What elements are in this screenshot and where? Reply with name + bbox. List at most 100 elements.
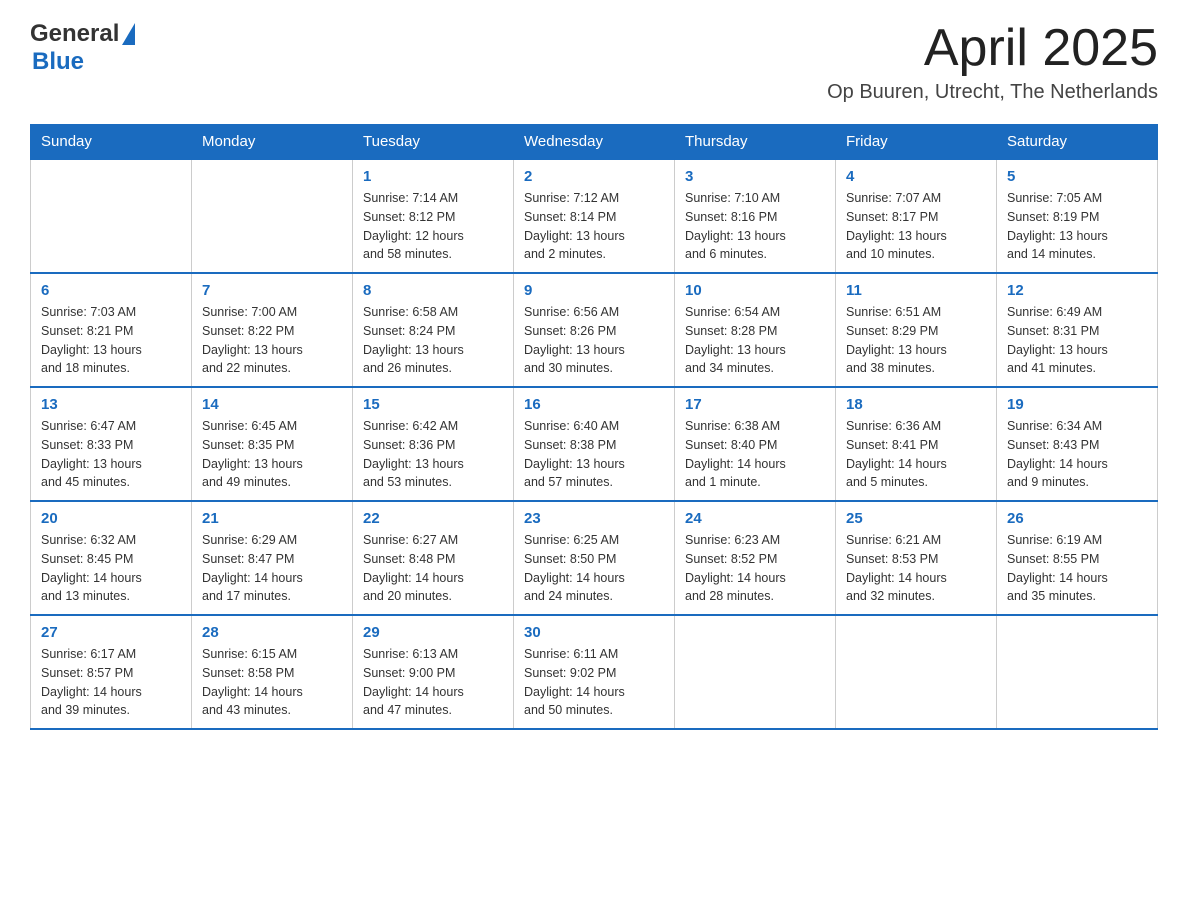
day-of-week-header: Saturday (997, 125, 1158, 160)
day-info: Sunrise: 7:14 AMSunset: 8:12 PMDaylight:… (363, 189, 503, 264)
day-number: 21 (202, 510, 342, 527)
day-of-week-header: Wednesday (514, 125, 675, 160)
calendar-cell: 14 Sunrise: 6:45 AMSunset: 8:35 PMDayligh… (192, 387, 353, 501)
day-number: 1 (363, 168, 503, 185)
calendar-cell: 11Sunrise: 6:51 AMSunset: 8:29 PMDayligh… (836, 273, 997, 387)
day-info: Sunrise: 6:27 AMSunset: 8:48 PMDaylight:… (363, 531, 503, 606)
calendar-cell: 1 Sunrise: 7:14 AMSunset: 8:12 PMDaylight… (353, 159, 514, 273)
day-info: Sunrise: 6:34 AMSunset: 8:43 PMDaylight:… (1007, 417, 1147, 492)
calendar-cell: 15 Sunrise: 6:42 AMSunset: 8:36 PMDayligh… (353, 387, 514, 501)
day-info: Sunrise: 7:10 AMSunset: 8:16 PMDaylight:… (685, 189, 825, 264)
day-number: 17 (685, 396, 825, 413)
day-of-week-header: Thursday (675, 125, 836, 160)
calendar-cell (31, 159, 192, 273)
calendar-cell: 9Sunrise: 6:56 AMSunset: 8:26 PMDaylight… (514, 273, 675, 387)
day-info: Sunrise: 6:47 AMSunset: 8:33 PMDaylight:… (41, 417, 181, 492)
calendar-week-row: 13 Sunrise: 6:47 AMSunset: 8:33 PMDayligh… (31, 387, 1158, 501)
day-number: 28 (202, 624, 342, 641)
day-number: 14 (202, 396, 342, 413)
calendar-cell: 10 Sunrise: 6:54 AMSunset: 8:28 PMDayligh… (675, 273, 836, 387)
title-section: April 2025 Op Buuren, Utrecht, The Nethe… (827, 20, 1158, 104)
day-info: Sunrise: 6:25 AMSunset: 8:50 PMDaylight:… (524, 531, 664, 606)
day-of-week-header: Sunday (31, 125, 192, 160)
day-info: Sunrise: 7:12 AMSunset: 8:14 PMDaylight:… (524, 189, 664, 264)
day-info: Sunrise: 6:49 AMSunset: 8:31 PMDaylight:… (1007, 303, 1147, 378)
day-number: 3 (685, 168, 825, 185)
day-of-week-header: Monday (192, 125, 353, 160)
month-title: April 2025 (827, 20, 1158, 77)
day-info: Sunrise: 7:05 AMSunset: 8:19 PMDaylight:… (1007, 189, 1147, 264)
calendar-cell (192, 159, 353, 273)
calendar-week-row: 6Sunrise: 7:03 AMSunset: 8:21 PMDaylight… (31, 273, 1158, 387)
day-number: 4 (846, 168, 986, 185)
logo: General Blue (30, 20, 135, 76)
day-number: 16 (524, 396, 664, 413)
day-number: 9 (524, 282, 664, 299)
calendar-cell (675, 615, 836, 729)
day-number: 23 (524, 510, 664, 527)
day-info: Sunrise: 6:54 AMSunset: 8:28 PMDaylight:… (685, 303, 825, 378)
day-info: Sunrise: 6:21 AMSunset: 8:53 PMDaylight:… (846, 531, 986, 606)
day-info: Sunrise: 6:29 AMSunset: 8:47 PMDaylight:… (202, 531, 342, 606)
logo-blue-text: Blue (32, 48, 84, 75)
day-number: 29 (363, 624, 503, 641)
calendar-cell: 26 Sunrise: 6:19 AMSunset: 8:55 PMDayligh… (997, 501, 1158, 615)
calendar-header: SundayMondayTuesdayWednesdayThursdayFrid… (31, 125, 1158, 160)
day-number: 5 (1007, 168, 1147, 185)
calendar-week-row: 27 Sunrise: 6:17 AMSunset: 8:57 PMDayligh… (31, 615, 1158, 729)
day-number: 15 (363, 396, 503, 413)
day-number: 12 (1007, 282, 1147, 299)
calendar-cell: 19Sunrise: 6:34 AMSunset: 8:43 PMDayligh… (997, 387, 1158, 501)
day-info: Sunrise: 6:32 AMSunset: 8:45 PMDaylight:… (41, 531, 181, 606)
calendar-cell: 4 Sunrise: 7:07 AMSunset: 8:17 PMDaylight… (836, 159, 997, 273)
calendar-cell: 6Sunrise: 7:03 AMSunset: 8:21 PMDaylight… (31, 273, 192, 387)
logo-triangle-icon (122, 23, 135, 45)
location-title: Op Buuren, Utrecht, The Netherlands (827, 81, 1158, 104)
calendar-cell: 24 Sunrise: 6:23 AMSunset: 8:52 PMDayligh… (675, 501, 836, 615)
day-of-week-header: Tuesday (353, 125, 514, 160)
calendar-cell: 21 Sunrise: 6:29 AMSunset: 8:47 PMDayligh… (192, 501, 353, 615)
day-info: Sunrise: 6:23 AMSunset: 8:52 PMDaylight:… (685, 531, 825, 606)
calendar-cell: 27 Sunrise: 6:17 AMSunset: 8:57 PMDayligh… (31, 615, 192, 729)
day-number: 20 (41, 510, 181, 527)
calendar-cell: 17 Sunrise: 6:38 AMSunset: 8:40 PMDayligh… (675, 387, 836, 501)
day-info: Sunrise: 6:19 AMSunset: 8:55 PMDaylight:… (1007, 531, 1147, 606)
logo-general-text: General (30, 20, 119, 48)
day-number: 30 (524, 624, 664, 641)
day-number: 24 (685, 510, 825, 527)
calendar-cell: 7Sunrise: 7:00 AMSunset: 8:22 PMDaylight… (192, 273, 353, 387)
day-info: Sunrise: 6:13 AMSunset: 9:00 PMDaylight:… (363, 645, 503, 720)
calendar-cell: 8 Sunrise: 6:58 AMSunset: 8:24 PMDaylight… (353, 273, 514, 387)
day-number: 2 (524, 168, 664, 185)
calendar-cell (836, 615, 997, 729)
calendar-cell: 23 Sunrise: 6:25 AMSunset: 8:50 PMDayligh… (514, 501, 675, 615)
day-info: Sunrise: 6:38 AMSunset: 8:40 PMDaylight:… (685, 417, 825, 492)
day-number: 6 (41, 282, 181, 299)
day-info: Sunrise: 6:17 AMSunset: 8:57 PMDaylight:… (41, 645, 181, 720)
day-number: 7 (202, 282, 342, 299)
calendar-body: 1 Sunrise: 7:14 AMSunset: 8:12 PMDaylight… (31, 159, 1158, 729)
calendar-cell: 22Sunrise: 6:27 AMSunset: 8:48 PMDayligh… (353, 501, 514, 615)
day-number: 27 (41, 624, 181, 641)
day-info: Sunrise: 6:45 AMSunset: 8:35 PMDaylight:… (202, 417, 342, 492)
day-number: 26 (1007, 510, 1147, 527)
calendar-cell: 3 Sunrise: 7:10 AMSunset: 8:16 PMDaylight… (675, 159, 836, 273)
calendar-cell: 29 Sunrise: 6:13 AMSunset: 9:00 PMDayligh… (353, 615, 514, 729)
day-info: Sunrise: 6:15 AMSunset: 8:58 PMDaylight:… (202, 645, 342, 720)
calendar-week-row: 1 Sunrise: 7:14 AMSunset: 8:12 PMDaylight… (31, 159, 1158, 273)
calendar-cell: 18Sunrise: 6:36 AMSunset: 8:41 PMDayligh… (836, 387, 997, 501)
day-info: Sunrise: 7:07 AMSunset: 8:17 PMDaylight:… (846, 189, 986, 264)
day-info: Sunrise: 6:58 AMSunset: 8:24 PMDaylight:… (363, 303, 503, 378)
calendar-cell: 5 Sunrise: 7:05 AMSunset: 8:19 PMDaylight… (997, 159, 1158, 273)
calendar-week-row: 20 Sunrise: 6:32 AMSunset: 8:45 PMDayligh… (31, 501, 1158, 615)
day-info: Sunrise: 6:51 AMSunset: 8:29 PMDaylight:… (846, 303, 986, 378)
day-info: Sunrise: 6:42 AMSunset: 8:36 PMDaylight:… (363, 417, 503, 492)
day-info: Sunrise: 6:11 AMSunset: 9:02 PMDaylight:… (524, 645, 664, 720)
day-number: 13 (41, 396, 181, 413)
calendar-cell: 30 Sunrise: 6:11 AMSunset: 9:02 PMDayligh… (514, 615, 675, 729)
days-of-week-row: SundayMondayTuesdayWednesdayThursdayFrid… (31, 125, 1158, 160)
day-number: 8 (363, 282, 503, 299)
day-number: 10 (685, 282, 825, 299)
calendar-cell: 13 Sunrise: 6:47 AMSunset: 8:33 PMDayligh… (31, 387, 192, 501)
calendar-cell: 25Sunrise: 6:21 AMSunset: 8:53 PMDayligh… (836, 501, 997, 615)
